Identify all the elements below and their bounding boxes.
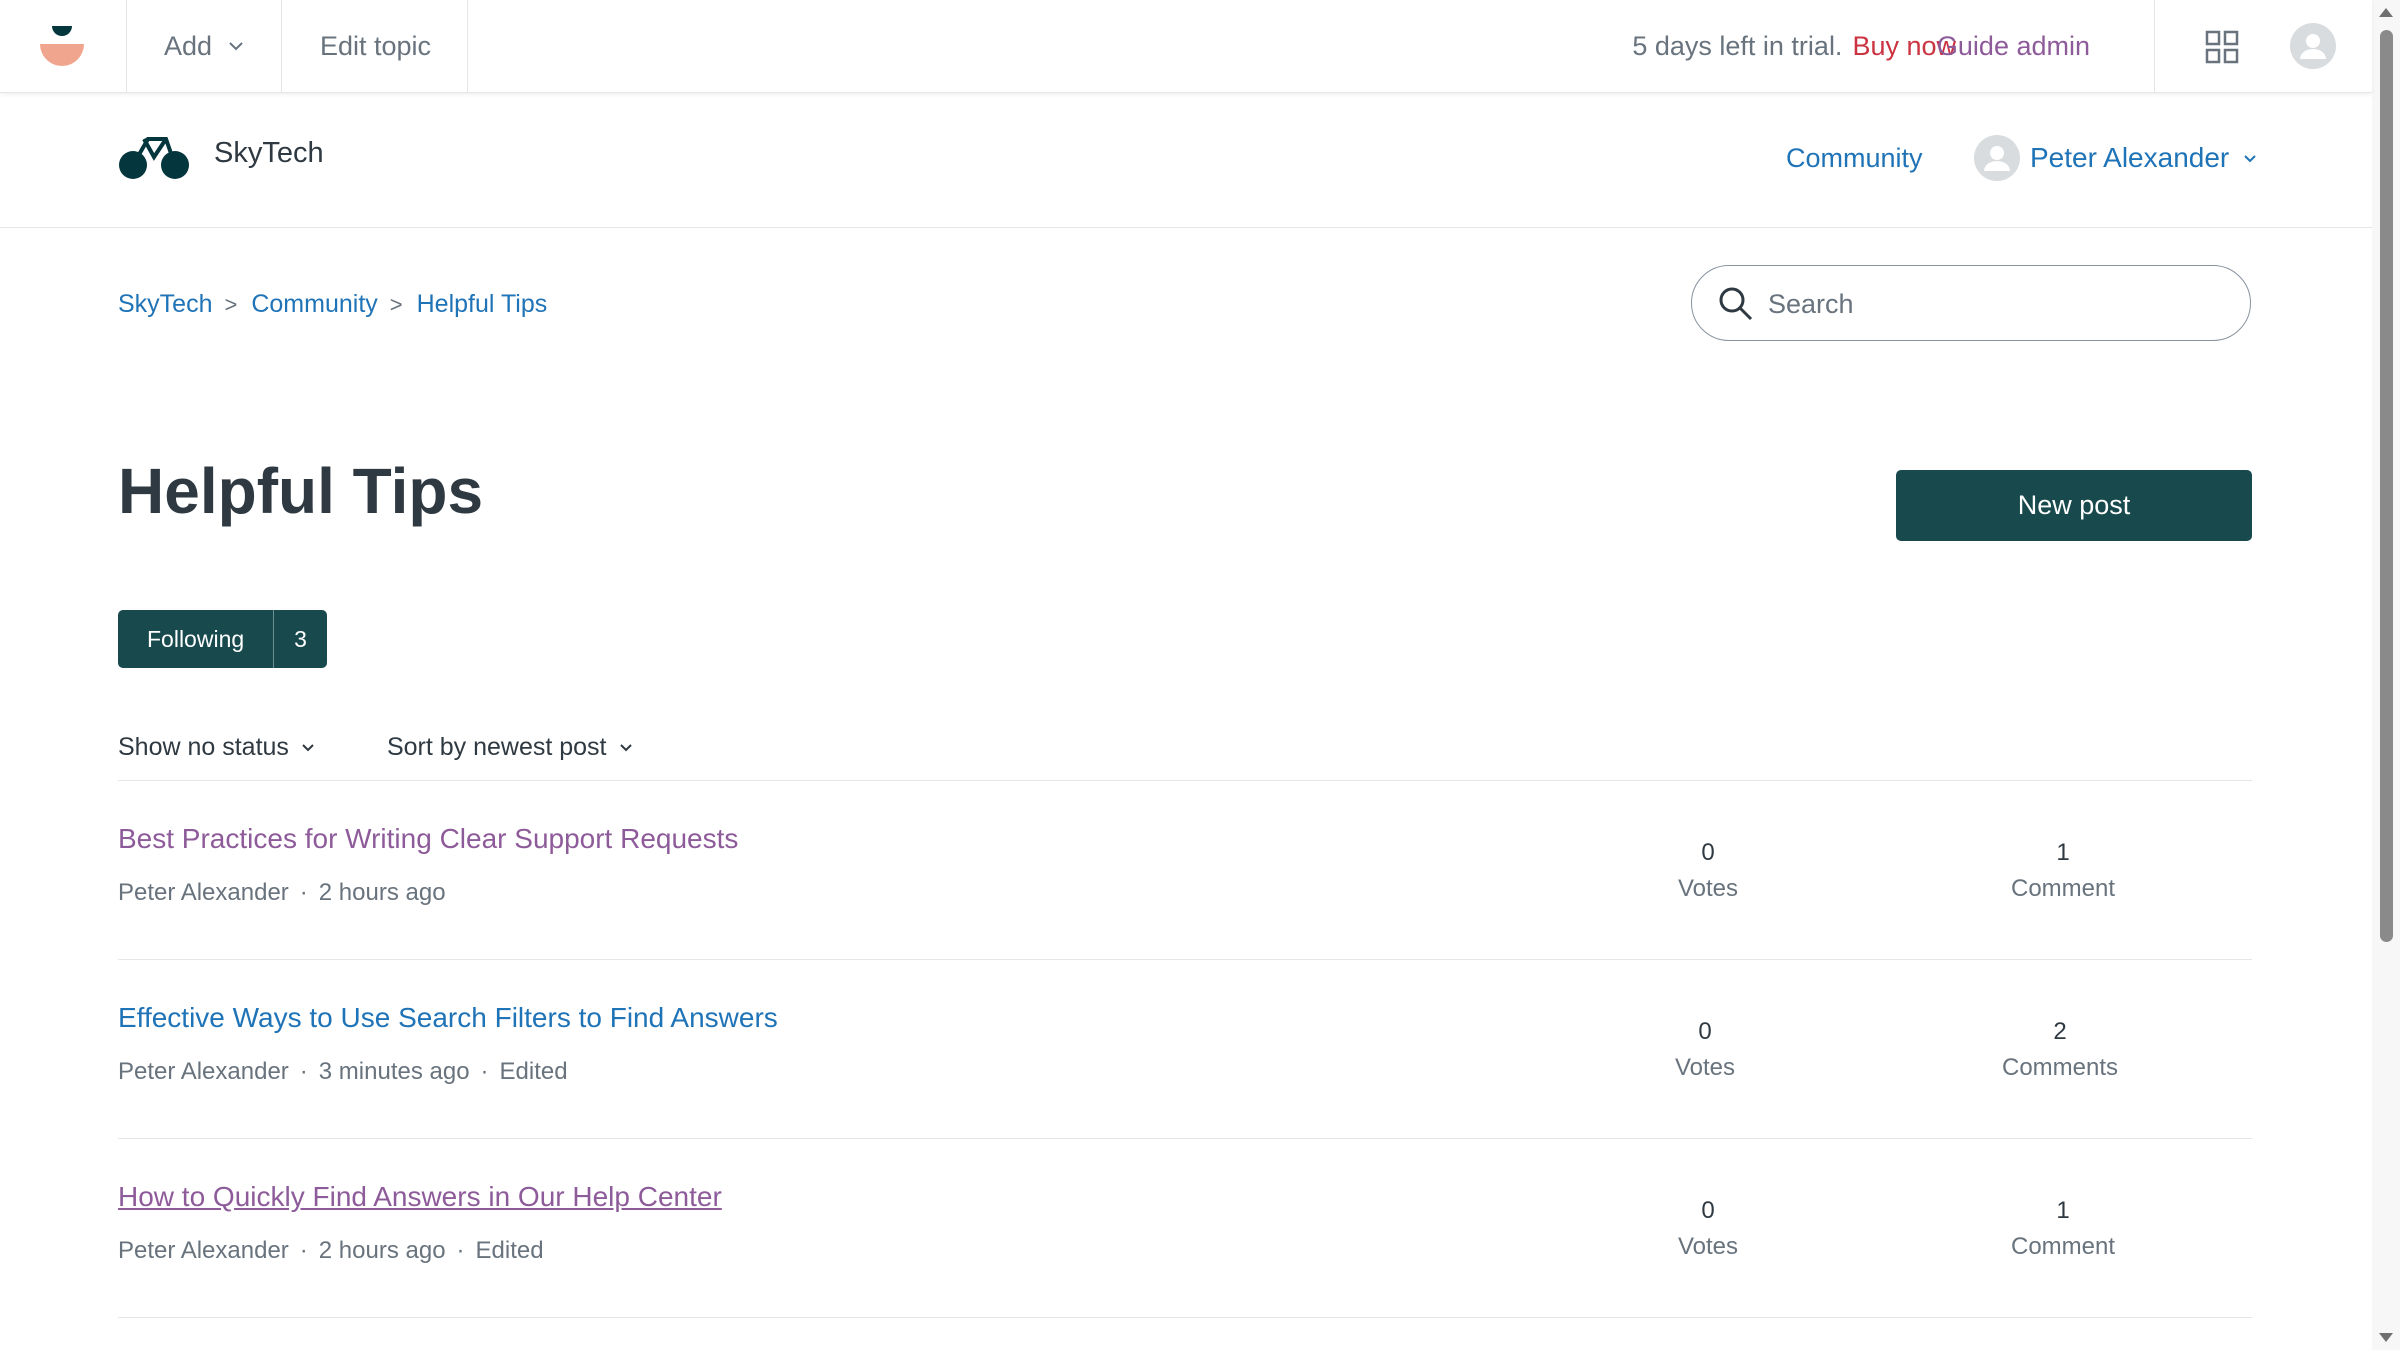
following-button[interactable]: Following xyxy=(118,610,275,668)
votes-count: 0 xyxy=(1701,1197,1715,1224)
post-row: Best Practices for Writing Clear Support… xyxy=(118,781,2252,960)
breadcrumb-helpful-tips[interactable]: Helpful Tips xyxy=(417,290,548,319)
new-post-button[interactable]: New post xyxy=(1896,470,2252,541)
post-title-link[interactable]: Best Practices for Writing Clear Support… xyxy=(118,823,738,855)
post-time: 2 hours ago xyxy=(318,879,446,906)
post-title-link[interactable]: Effective Ways to Use Search Filters to … xyxy=(118,1002,778,1034)
post-row: How to Quickly Find Answers in Our Help … xyxy=(118,1139,2252,1318)
user-name: Peter Alexander xyxy=(2030,142,2230,173)
post-meta: Peter Alexander · 2 hours ago · Edited xyxy=(118,1237,544,1264)
post-author: Peter Alexander xyxy=(118,1237,289,1264)
search-box[interactable] xyxy=(1691,265,2251,341)
comments-stat: 1 Comment xyxy=(2003,1193,2123,1265)
post-time: 2 hours ago xyxy=(318,1237,446,1264)
chevron-down-icon xyxy=(619,744,632,752)
add-label: Add xyxy=(164,30,213,61)
breadcrumb: SkyTech > Community > Helpful Tips xyxy=(118,290,547,319)
scroll-up-arrow-icon[interactable] xyxy=(2379,8,2393,17)
post-title-link[interactable]: How to Quickly Find Answers in Our Help … xyxy=(118,1181,722,1213)
comments-stat: 1 Comment xyxy=(2003,835,2123,907)
votes-count: 0 xyxy=(1701,839,1715,866)
bicycle-logo-icon[interactable] xyxy=(118,133,190,181)
avatar xyxy=(1974,135,2020,181)
add-menu[interactable]: Add xyxy=(164,0,244,92)
nav-community-link[interactable]: Community xyxy=(1786,143,1923,174)
comments-label: Comment xyxy=(2010,875,2116,902)
comments-count: 2 xyxy=(2053,1018,2067,1045)
follower-count: 3 xyxy=(294,625,307,652)
follow-button-group[interactable]: Following 3 xyxy=(118,610,327,668)
post-meta: Peter Alexander · 2 hours ago xyxy=(118,879,446,906)
guide-admin-link[interactable]: Guide admin xyxy=(1937,0,2090,92)
post-row: Effective Ways to Use Search Filters to … xyxy=(118,960,2252,1139)
sort-dropdown[interactable]: Sort by newest post xyxy=(387,733,633,762)
comments-count: 1 xyxy=(2056,1197,2070,1224)
user-menu[interactable]: Peter Alexander xyxy=(1974,135,2257,181)
votes-stat: 0 Votes xyxy=(1648,835,1768,907)
zendesk-logo-icon[interactable] xyxy=(38,24,86,68)
comments-label: Comment xyxy=(2010,1233,2116,1260)
page-title: Helpful Tips xyxy=(118,455,484,527)
votes-label: Votes xyxy=(1674,1054,1736,1081)
status-filter-dropdown[interactable]: Show no status xyxy=(118,733,315,762)
post-time: 3 minutes ago xyxy=(318,1058,470,1085)
breadcrumb-community[interactable]: Community xyxy=(251,290,377,319)
search-icon xyxy=(1719,287,1753,321)
vertical-scrollbar[interactable] xyxy=(2372,0,2400,1350)
votes-label: Votes xyxy=(1677,1233,1739,1260)
breadcrumb-separator: > xyxy=(224,291,238,317)
post-meta: Peter Alexander · 3 minutes ago · Edited xyxy=(118,1058,568,1085)
chevron-down-icon xyxy=(302,744,314,752)
scroll-down-arrow-icon[interactable] xyxy=(2379,1333,2393,1342)
grid-icon[interactable] xyxy=(2205,30,2239,64)
chevron-down-icon xyxy=(2244,154,2256,162)
trial-notice: 5 days left in trial. Buy now xyxy=(1632,0,1956,92)
edit-topic-button[interactable]: Edit topic xyxy=(320,0,431,92)
post-author: Peter Alexander xyxy=(118,1058,289,1085)
breadcrumb-skytech[interactable]: SkyTech xyxy=(118,290,212,319)
search-input[interactable] xyxy=(1766,278,2210,330)
admin-toolbar: Add Edit topic 5 days left in trial. Buy… xyxy=(0,0,2372,93)
breadcrumb-separator: > xyxy=(389,291,403,317)
filters-bar: Show no status Sort by newest post xyxy=(118,733,705,762)
post-edited: Edited xyxy=(499,1058,568,1085)
post-author: Peter Alexander xyxy=(118,879,289,906)
comments-stat: 2 Comments xyxy=(2000,1014,2120,1086)
brand-name[interactable]: SkyTech xyxy=(214,137,324,170)
votes-stat: 0 Votes xyxy=(1645,1014,1765,1086)
votes-count: 0 xyxy=(1698,1018,1712,1045)
chevron-down-icon xyxy=(229,42,243,51)
user-avatar-icon[interactable] xyxy=(2290,23,2336,69)
scroll-thumb[interactable] xyxy=(2380,30,2393,942)
trial-text: 5 days left in trial. xyxy=(1632,30,1843,61)
votes-label: Votes xyxy=(1677,875,1739,902)
comments-label: Comments xyxy=(2001,1054,2119,1081)
post-edited: Edited xyxy=(475,1237,544,1264)
comments-count: 1 xyxy=(2056,839,2070,866)
site-header: SkyTech Community Peter Alexander xyxy=(0,93,2372,228)
votes-stat: 0 Votes xyxy=(1648,1193,1768,1265)
